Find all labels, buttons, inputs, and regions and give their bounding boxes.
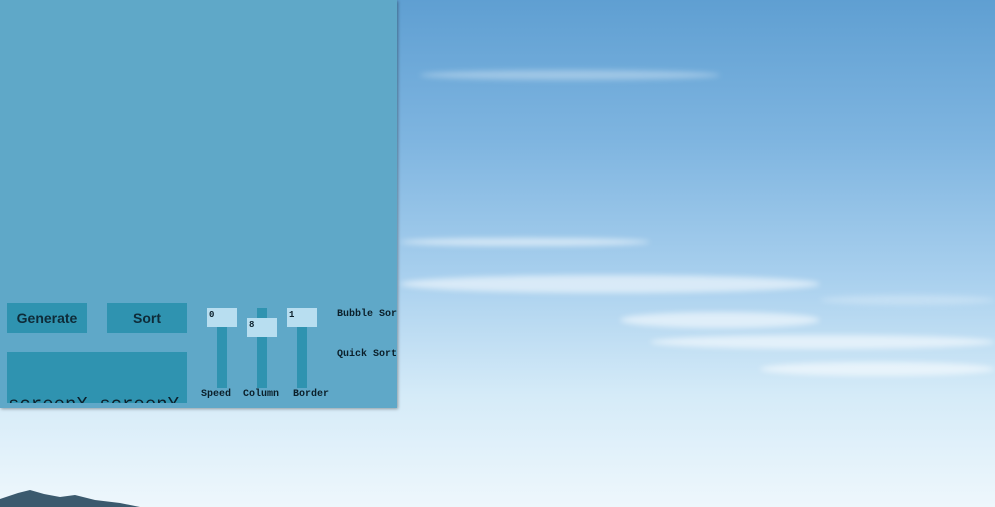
sort-visualizer-window: Generate Sort screenX,screenY ( , ) 0 Sp…	[0, 0, 397, 408]
bubble-sort-option[interactable]: Bubble Sort	[337, 309, 397, 320]
mountain-silhouette	[0, 490, 140, 507]
border-slider-label: Border	[293, 389, 330, 400]
speed-slider-label: Speed	[201, 389, 232, 400]
speed-slider-thumb[interactable]: 0	[207, 308, 237, 327]
generate-button[interactable]: Generate	[7, 303, 87, 333]
column-slider-thumb[interactable]: 8	[247, 318, 277, 337]
column-slider-label: Column	[243, 389, 280, 400]
quick-sort-option[interactable]: Quick Sort	[337, 349, 397, 360]
coordinates-display[interactable]: screenX,screenY ( , )	[7, 352, 187, 403]
coordinates-header: screenX,screenY	[8, 395, 186, 403]
sort-button[interactable]: Sort	[107, 303, 187, 333]
border-slider-thumb[interactable]: 1	[287, 308, 317, 327]
visualization-canvas	[0, 0, 397, 295]
